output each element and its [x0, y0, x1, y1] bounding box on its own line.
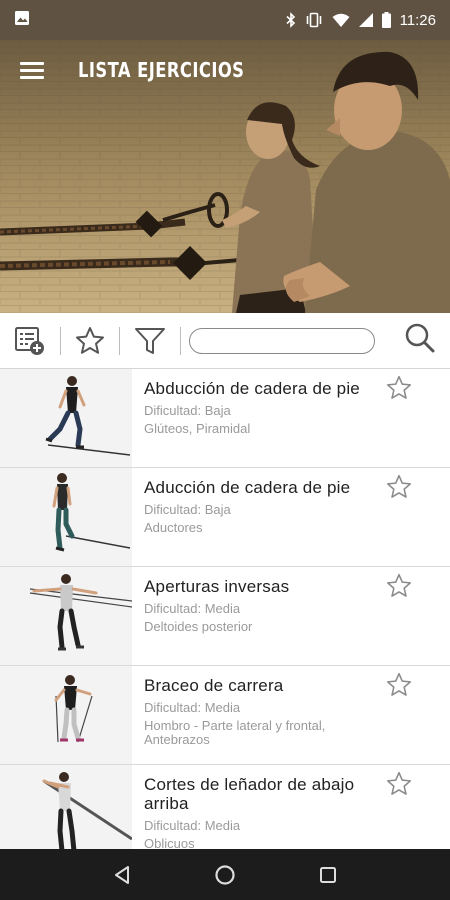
- status-time: 11:26: [399, 11, 436, 29]
- favorites-star-icon[interactable]: [75, 326, 105, 355]
- signal-icon: [358, 13, 373, 27]
- favorite-star-icon[interactable]: [386, 573, 412, 603]
- exercise-thumbnail: [0, 666, 132, 764]
- exercise-difficulty: Dificultad: Baja: [144, 403, 231, 418]
- favorite-star-icon[interactable]: [386, 672, 412, 702]
- exercise-list: Abducción de cadera de pie Dificultad: B…: [0, 369, 450, 864]
- exercise-difficulty: Dificultad: Baja: [144, 502, 231, 517]
- exercise-name: Aperturas inversas: [144, 577, 290, 596]
- list-item[interactable]: Aducción de cadera de pie Dificultad: Ba…: [0, 468, 450, 567]
- exercise-muscles: Hombro - Parte lateral y frontal, Antebr…: [144, 718, 326, 747]
- favorite-star-icon[interactable]: [386, 771, 412, 801]
- filter-icon[interactable]: [134, 326, 166, 356]
- hero-banner: LISTA EJERCICIOS: [0, 40, 450, 313]
- vibrate-icon: [305, 12, 323, 28]
- exercise-name: Braceo de carrera: [144, 676, 284, 695]
- exercise-difficulty: Dificultad: Media: [144, 700, 241, 715]
- list-toolbar: [0, 313, 450, 369]
- exercise-difficulty: Dificultad: Media: [144, 601, 241, 616]
- list-item[interactable]: Abducción de cadera de pie Dificultad: B…: [0, 369, 450, 468]
- exercise-thumbnail: [0, 567, 132, 665]
- battery-icon: [381, 12, 391, 28]
- home-icon[interactable]: [205, 855, 245, 895]
- add-list-icon[interactable]: [14, 326, 46, 356]
- toolbar-divider: [119, 326, 120, 355]
- search-icon[interactable]: [404, 322, 436, 359]
- exercise-thumbnail: [0, 468, 132, 566]
- image-icon: [14, 10, 30, 31]
- system-nav-bar: [0, 849, 450, 900]
- status-bar: 11:26: [0, 0, 450, 40]
- toolbar-divider: [180, 326, 181, 355]
- exercise-name: Abducción de cadera de pie: [144, 379, 360, 398]
- favorite-star-icon[interactable]: [386, 375, 412, 405]
- search-input[interactable]: [189, 327, 375, 354]
- recents-icon[interactable]: [308, 855, 348, 895]
- list-item[interactable]: Aperturas inversas Dificultad: Media Del…: [0, 567, 450, 666]
- exercise-muscles: Aductores: [144, 520, 203, 535]
- exercise-name: Cortes de leñador de abajo arriba: [144, 775, 355, 813]
- exercise-muscles: Glúteos, Piramidal: [144, 421, 251, 436]
- exercise-muscles: Deltoides posterior: [144, 619, 253, 634]
- bluetooth-icon: [286, 12, 296, 28]
- back-icon[interactable]: [102, 855, 142, 895]
- page-title: LISTA EJERCICIOS: [78, 58, 245, 82]
- list-item[interactable]: Braceo de carrera Dificultad: Media Homb…: [0, 666, 450, 765]
- exercise-thumbnail: [0, 369, 132, 467]
- hamburger-menu-icon[interactable]: [20, 62, 44, 82]
- toolbar-divider: [60, 326, 61, 355]
- favorite-star-icon[interactable]: [386, 474, 412, 504]
- exercise-name: Aducción de cadera de pie: [144, 478, 351, 497]
- wifi-icon: [332, 13, 350, 28]
- exercise-difficulty: Dificultad: Media: [144, 818, 241, 833]
